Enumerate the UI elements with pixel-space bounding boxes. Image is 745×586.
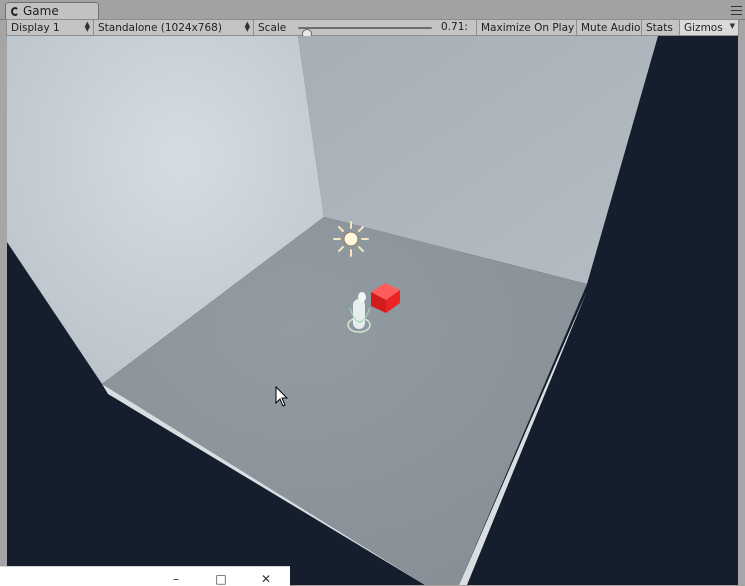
scale-slider[interactable] bbox=[298, 27, 432, 39]
tab-bar: Game bbox=[0, 0, 745, 20]
resolution-dropdown[interactable]: Standalone (1024x768) ▲ ▼ bbox=[94, 20, 254, 35]
panel-menu-icon[interactable] bbox=[731, 6, 742, 15]
dropdown-arrows-icon: ▲ ▼ bbox=[244, 20, 250, 33]
resolution-dropdown-label: Standalone (1024x768) bbox=[98, 21, 222, 34]
game-viewport[interactable] bbox=[7, 36, 738, 585]
scale-value: 0.71: bbox=[441, 21, 468, 33]
background-window: – □ ✕ bbox=[0, 566, 290, 586]
dropdown-arrows-icon: ▲ ▼ bbox=[84, 20, 90, 33]
gizmos-label: Gizmos bbox=[684, 21, 723, 34]
scale-control: Scale 0.71: bbox=[254, 20, 477, 39]
game-toolbar: Display 1 ▲ ▼ Standalone (1024x768) ▲ ▼ Sc… bbox=[6, 19, 739, 39]
tab-game-label: Game bbox=[23, 4, 59, 18]
mute-audio-toggle[interactable]: Mute Audio bbox=[577, 20, 642, 35]
maximize-icon[interactable]: □ bbox=[214, 572, 228, 586]
gizmos-dropdown[interactable]: Gizmos ▼ bbox=[680, 20, 738, 35]
close-icon[interactable]: ✕ bbox=[259, 572, 273, 586]
maximize-on-play-label: Maximize On Play bbox=[481, 21, 575, 34]
stats-label: Stats bbox=[646, 21, 673, 34]
tab-game[interactable]: Game bbox=[5, 2, 99, 19]
mute-audio-label: Mute Audio bbox=[581, 21, 641, 34]
mouse-pointer-icon bbox=[275, 386, 289, 407]
stats-toggle[interactable]: Stats bbox=[642, 20, 680, 35]
unity-logo-icon bbox=[11, 6, 19, 16]
dropdown-arrow-icon: ▼ bbox=[729, 22, 735, 30]
scale-label: Scale bbox=[258, 21, 287, 34]
display-dropdown[interactable]: Display 1 ▲ ▼ bbox=[7, 20, 94, 35]
minimize-icon[interactable]: – bbox=[169, 572, 183, 586]
game-scene bbox=[7, 36, 738, 585]
display-dropdown-label: Display 1 bbox=[11, 21, 60, 34]
maximize-on-play-toggle[interactable]: Maximize On Play bbox=[477, 20, 577, 35]
sun-icon bbox=[333, 221, 369, 257]
